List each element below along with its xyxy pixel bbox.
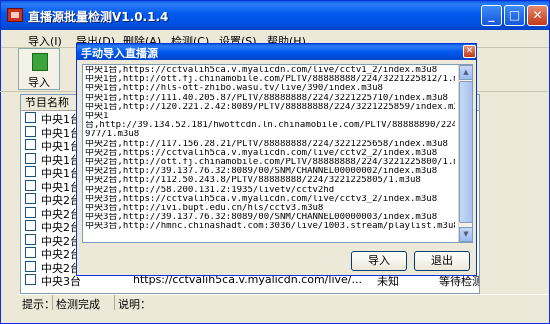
dialog-import-button[interactable]: 导入 <box>351 251 407 271</box>
dialog-exit-button[interactable]: 退出 <box>414 251 470 271</box>
import-button[interactable]: 导入 <box>18 48 60 90</box>
maximize-button[interactable]: □ <box>504 5 525 26</box>
row-checkbox[interactable] <box>25 139 36 150</box>
row-checkbox[interactable] <box>25 220 36 231</box>
status-hint-value: 检测完成 <box>56 298 100 311</box>
dialog-title-bar: 手动导入直播源 ✕ <box>77 44 476 60</box>
source-line: 中央3台,http://39.137.76.32:8089/00/SNM/CHA… <box>85 213 438 223</box>
source-lines: 中央1台,https://cctvalih5ca.v.myalicdn.com/… <box>85 66 455 232</box>
status-separator <box>114 295 115 310</box>
row-checkbox[interactable] <box>25 247 36 258</box>
status-desc-label: 说明： <box>118 298 151 311</box>
source-line: 中央2台,http://ott.fj.chinamobile.com/PLTV/… <box>85 158 455 168</box>
source-line: 台,http://39.134.52.181/hwottcdn.ln.china… <box>85 121 455 131</box>
row-checkbox[interactable] <box>25 193 36 204</box>
scroll-down-icon[interactable]: ▼ <box>459 227 472 242</box>
vertical-scrollbar[interactable]: ▲ ▼ <box>458 65 472 242</box>
source-line: 中央3台,http://hmnc.chinashadt.com:3036/liv… <box>85 222 455 232</box>
source-line: 977/1.m3u8 <box>85 130 140 140</box>
status-hint-label: 提示： <box>22 298 55 311</box>
row-checkbox[interactable] <box>25 112 36 123</box>
row-checkbox[interactable] <box>25 166 36 177</box>
dialog-title: 手动导入直播源 <box>81 47 158 60</box>
import-label: 导入 <box>28 76 50 89</box>
row-checkbox[interactable] <box>25 260 36 272</box>
source-line: 中央2台,http://112.50.243.8/PLTV/88888888/2… <box>85 176 421 186</box>
minimize-button[interactable]: _ <box>481 5 502 26</box>
source-line: 中央1台,https://cctvalih5ca.v.myalicdn.com/… <box>85 66 438 75</box>
source-line: 中央1 <box>85 112 109 122</box>
window-title: 直播源批量检测V1.0.1.4 <box>28 10 169 24</box>
source-line: 中央2台,http://117.156.28.21/PLTV/88888888/… <box>85 139 448 149</box>
status-separator <box>52 295 53 310</box>
row-checkbox[interactable] <box>25 125 36 137</box>
manual-import-dialog: 手动导入直播源 ✕ 中央1台,https://cctvalih5ca.v.mya… <box>76 43 477 276</box>
row-checkbox[interactable] <box>25 233 36 245</box>
source-line: 中央2台,https://cctvalih5ca.v.myalicdn.com/… <box>85 148 438 158</box>
row-checkbox[interactable] <box>25 206 36 218</box>
row-checkbox[interactable] <box>25 152 36 164</box>
close-button[interactable]: ✕ <box>527 5 548 26</box>
source-line: 中央2台,http://39.137.76.32:8089/00/SNM/CHA… <box>85 167 438 177</box>
source-line: 中央2台,http://58.200.131.2:1935/livetv/cct… <box>85 185 335 195</box>
dialog-close-button[interactable]: ✕ <box>463 45 476 58</box>
source-line: 中央3台,https://cctvalih5ca.v.myalicdn.com/… <box>85 194 438 204</box>
status-bar: 提示： 检测完成 说明： <box>18 294 548 311</box>
row-checkbox[interactable] <box>25 274 36 285</box>
source-line: 中央3台,http://ivi.bupt.edu.cn/hls/cctv3.m3… <box>85 204 324 214</box>
app-icon <box>7 8 23 22</box>
scroll-up-icon[interactable]: ▲ <box>459 65 472 80</box>
import-icon <box>32 53 48 71</box>
menu-import[interactable]: 导入(I) <box>28 33 62 49</box>
source-line: 中央1台,http://hls-ott-zhibo.wasu.tv/live/3… <box>85 84 383 94</box>
title-bar: 直播源批量检测V1.0.1.4 _ □ ✕ <box>1 1 549 30</box>
source-line: 中央1台,http://ott.fj.chinamobile.com/PLTV/… <box>85 75 455 85</box>
source-line: 中央1台,http://111.40.205.87/PLTV/88888888/… <box>85 93 448 103</box>
scroll-thumb[interactable] <box>459 81 472 223</box>
source-textarea[interactable]: 中央1台,https://cctvalih5ca.v.myalicdn.com/… <box>82 64 473 243</box>
source-line: 中央1台,http://120.221.2.42:8089/PLTV/88888… <box>85 102 455 112</box>
row-checkbox[interactable] <box>25 179 36 191</box>
